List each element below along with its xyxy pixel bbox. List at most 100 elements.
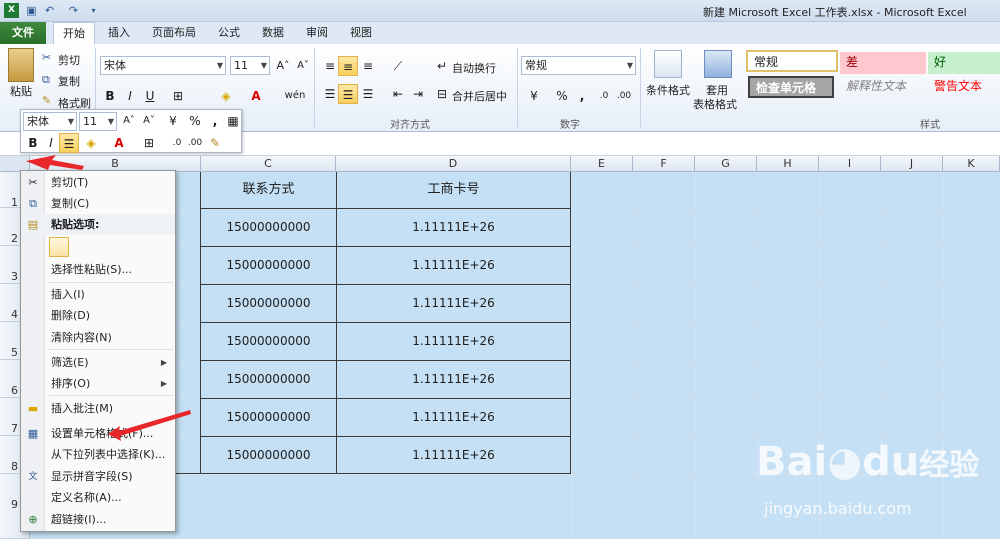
column-header-k[interactable]: K [943,156,1000,172]
tab-view[interactable]: 视图 [346,22,376,44]
tab-formulas[interactable]: 公式 [214,22,244,44]
style-check-cell[interactable]: 检查单元格 [748,76,834,98]
menu-item-paste-special[interactable]: 选择性粘贴(S)... [21,259,175,280]
shrink-font-icon[interactable]: A˅ [139,111,159,131]
grow-font-icon[interactable]: A˄ [273,56,293,76]
save-icon[interactable]: ▣ [24,3,39,18]
mini-size-combo[interactable]: 11 ▼ [79,112,117,131]
merge-center-icon[interactable]: ⊟ [432,84,452,104]
fill-color-icon[interactable]: ◈ [216,86,236,106]
align-bottom-icon[interactable]: ≡ [358,56,378,76]
comma-style-icon[interactable]: , [572,86,592,106]
format-as-table-button[interactable]: 表格格式 [693,96,737,112]
decrease-decimal-icon[interactable]: .00 [185,133,205,153]
conditional-format-button[interactable]: 条件格式 [646,82,690,98]
font-size-combo[interactable]: 11 ▼ [230,56,270,75]
number-format-combo[interactable]: 常规 ▼ [521,56,636,75]
align-center-icon[interactable]: ☰ [338,84,358,104]
font-color-icon[interactable]: A [109,133,129,153]
menu-item-copy[interactable]: ⧉ 复制(C) [21,193,175,214]
font-name-combo[interactable]: 宋体 ▼ [100,56,226,75]
tab-home[interactable]: 开始 [53,22,95,44]
tab-data[interactable]: 数据 [258,22,288,44]
orientation-icon[interactable]: ⟋ [388,56,408,76]
currency-icon[interactable]: ¥ [524,86,544,106]
menu-item-phonetic[interactable]: 文 显示拼音字段(S) [21,466,175,487]
column-header-h[interactable]: H [757,156,819,172]
bold-button[interactable]: B [100,86,120,106]
table-cell[interactable]: 1.11111E+26 [336,436,571,474]
increase-indent-icon[interactable]: ⇥ [408,84,428,104]
comma-style-icon[interactable]: , [205,111,225,131]
mini-font-combo[interactable]: 宋体 ▼ [23,112,77,131]
align-center-icon[interactable]: ☰ [59,133,79,153]
conditional-format-icon[interactable] [654,50,682,78]
header-cell-contact[interactable]: 联系方式 [201,172,336,208]
grow-font-icon[interactable]: A˄ [119,111,139,131]
column-header-i[interactable]: I [819,156,881,172]
table-cell[interactable]: 1.11111E+26 [336,246,571,284]
italic-button[interactable]: I [41,133,61,153]
wrap-text-icon[interactable]: ↵ [432,56,452,76]
table-cell[interactable]: 1.11111E+26 [336,208,571,246]
menu-item-delete[interactable]: 删除(D) [21,305,175,326]
menu-item-pick-from-list[interactable]: 从下拉列表中选择(K)... [21,444,175,465]
format-cells-mini-icon[interactable]: ▦ [223,111,243,131]
column-header-g[interactable]: G [695,156,757,172]
table-cell[interactable]: 15000000000 [201,208,336,246]
align-top-icon[interactable]: ≡ [320,56,340,76]
table-cell[interactable]: 15000000000 [201,360,336,398]
format-as-table-icon[interactable] [704,50,732,78]
bold-button[interactable]: B [23,133,43,153]
column-header-e[interactable]: E [571,156,633,172]
align-middle-icon[interactable]: ≡ [338,56,358,76]
customize-qat-icon[interactable]: ▾ [86,3,101,18]
menu-item-format-cells[interactable]: ▦ 设置单元格格式(F)... [21,423,175,444]
font-color-icon[interactable]: A [246,86,266,106]
increase-decimal-icon[interactable]: .0 [167,133,187,153]
percent-icon[interactable]: % [185,111,205,131]
italic-button[interactable]: I [120,86,140,106]
table-cell[interactable]: 15000000000 [201,284,336,322]
wrap-text-button[interactable]: 自动换行 [452,60,496,76]
menu-item-insert[interactable]: 插入(I) [21,284,175,305]
table-cell[interactable]: 15000000000 [201,322,336,360]
menu-item-hyperlink[interactable]: ⊕ 超链接(I)... [21,509,175,530]
undo-icon[interactable]: ↶ [42,3,57,18]
paste-option-icon[interactable] [49,237,69,257]
table-cell[interactable]: 1.11111E+26 [336,322,571,360]
menu-item-insert-comment[interactable]: ▬ 插入批注(M) [21,398,175,419]
column-header-c[interactable]: C [201,156,336,172]
border-icon[interactable]: ⊞ [139,133,159,153]
redo-icon[interactable]: ↷ [66,3,81,18]
style-normal[interactable]: 常规 [746,50,838,72]
align-right-icon[interactable]: ☰ [358,84,378,104]
tab-review[interactable]: 审阅 [302,22,332,44]
format-painter-icon[interactable]: ✎ [205,133,225,153]
style-warning[interactable]: 警告文本 [928,76,1000,98]
column-header-j[interactable]: J [881,156,943,172]
paste-button[interactable]: 粘贴 [10,83,32,99]
merge-center-button[interactable]: 合并后居中 [452,88,507,104]
decrease-decimal-icon[interactable]: .00 [614,86,634,106]
cut-button[interactable]: 剪切 [58,52,80,68]
menu-item-cut[interactable]: ✂ 剪切(T) [21,172,175,193]
table-cell[interactable]: 15000000000 [201,398,336,436]
paste-icon[interactable] [8,48,34,82]
tab-file[interactable]: 文件 [0,22,46,44]
style-bad[interactable]: 差 [840,52,926,74]
column-header-f[interactable]: F [633,156,695,172]
table-cell[interactable]: 1.11111E+26 [336,398,571,436]
menu-item-filter[interactable]: 筛选(E) ▶ [21,352,175,373]
column-header-d[interactable]: D [336,156,571,172]
fill-color-icon[interactable]: ◈ [81,133,101,153]
header-cell-card[interactable]: 工商卡号 [336,172,571,208]
shrink-font-icon[interactable]: A˅ [293,56,313,76]
underline-button[interactable]: U [140,86,160,106]
menu-item-clear-contents[interactable]: 清除内容(N) [21,327,175,348]
increase-decimal-icon[interactable]: .0 [594,86,614,106]
table-cell[interactable]: 1.11111E+26 [336,360,571,398]
border-icon[interactable]: ⊞ [168,86,188,106]
tab-page-layout[interactable]: 页面布局 [148,22,200,44]
align-left-icon[interactable]: ☰ [320,84,340,104]
